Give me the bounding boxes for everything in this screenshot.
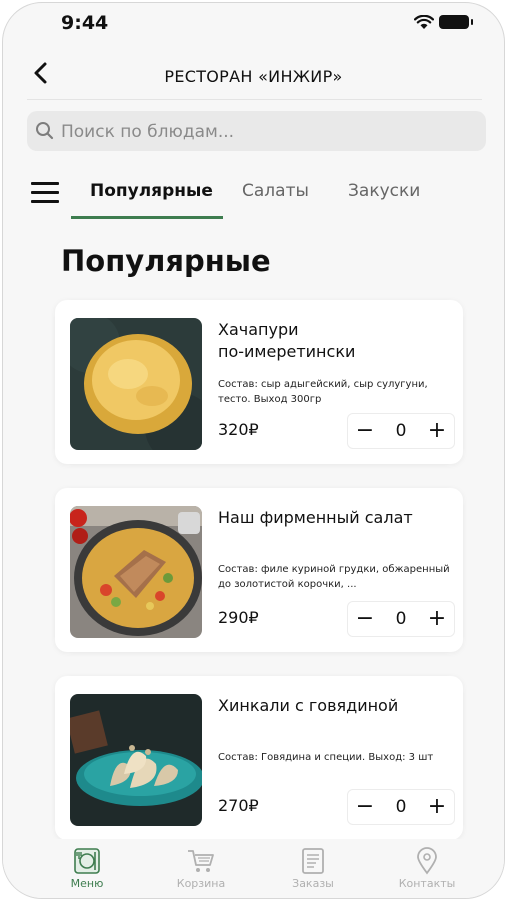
bottom-navigation: Меню Корзина Заказы Контакты <box>3 839 504 898</box>
dish-price: 270₽ <box>218 796 259 815</box>
nav-label: Заказы <box>292 877 334 890</box>
page-title: РЕСТОРАН «ИНЖИР» <box>164 67 343 86</box>
search-bar[interactable] <box>27 111 486 153</box>
increase-button[interactable]: + <box>420 414 454 448</box>
dish-name: Наш фирменный салат <box>218 508 413 527</box>
dish-price: 320₽ <box>218 420 259 439</box>
quantity-stepper: − 0 + <box>347 601 455 637</box>
orders-icon <box>302 848 324 874</box>
dish-description: Состав: филе куриной грудки, обжаренный … <box>218 564 450 590</box>
quantity-stepper: − 0 + <box>347 413 455 449</box>
dish-name: Хинкали с говядиной <box>218 696 399 715</box>
dish-description: Состав: сыр адыгейский, сыр сулугуни, те… <box>218 379 428 405</box>
tab-popular[interactable]: Популярные <box>90 181 213 201</box>
decrease-button[interactable]: − <box>348 414 382 448</box>
dish-price: 290₽ <box>218 608 259 627</box>
active-tab-indicator <box>71 216 223 219</box>
phone-screen: 9:44 РЕСТОРАН «ИНЖИР» Популярные Салаты <box>2 2 505 899</box>
category-tabs: Популярные Салаты Закуски <box>3 171 504 223</box>
dish-name: Хачапури по-имеретински <box>218 320 356 361</box>
hamburger-menu-icon[interactable] <box>31 179 59 205</box>
nav-cart[interactable]: Корзина <box>161 847 241 890</box>
battery-icon <box>439 15 473 29</box>
quantity-value: 0 <box>395 421 407 441</box>
quantity-stepper: − 0 + <box>347 789 455 825</box>
khachapuri-image <box>70 318 202 450</box>
increase-button[interactable]: + <box>420 790 454 824</box>
section-title: Популярные <box>61 244 271 278</box>
nav-contacts[interactable]: Контакты <box>387 847 467 890</box>
quantity-value: 0 <box>395 609 407 629</box>
location-pin-icon <box>417 847 437 875</box>
wifi-icon <box>414 15 434 29</box>
dish-card[interactable]: Хинкали с говядиной Состав: Говядина и с… <box>55 676 463 840</box>
search-input[interactable] <box>59 111 473 153</box>
plate-icon <box>74 848 100 874</box>
status-time: 9:44 <box>61 12 109 34</box>
status-bar: 9:44 <box>3 3 504 45</box>
tab-salads[interactable]: Салаты <box>242 181 309 201</box>
nav-label: Корзина <box>176 877 226 890</box>
dish-card[interactable]: Наш фирменный салат Состав: филе куриной… <box>55 488 463 652</box>
decrease-button[interactable]: − <box>348 790 382 824</box>
dish-description: Состав: Говядина и специи. Выход: 3 шт <box>218 752 434 763</box>
decrease-button[interactable]: − <box>348 602 382 636</box>
salad-image <box>70 506 202 638</box>
khinkali-image <box>70 694 202 826</box>
nav-menu[interactable]: Меню <box>47 847 127 890</box>
nav-label: Меню <box>70 877 104 890</box>
nav-orders[interactable]: Заказы <box>273 847 353 890</box>
tab-appetizers[interactable]: Закуски <box>348 181 420 201</box>
dish-card[interactable]: Хачапури по-имеретински Состав: сыр адыг… <box>55 300 463 464</box>
quantity-value: 0 <box>395 797 407 817</box>
cart-icon <box>188 850 214 872</box>
header-divider <box>27 99 482 100</box>
increase-button[interactable]: + <box>420 602 454 636</box>
search-icon <box>36 122 54 140</box>
header: РЕСТОРАН «ИНЖИР» <box>3 47 504 101</box>
nav-label: Контакты <box>398 877 456 890</box>
